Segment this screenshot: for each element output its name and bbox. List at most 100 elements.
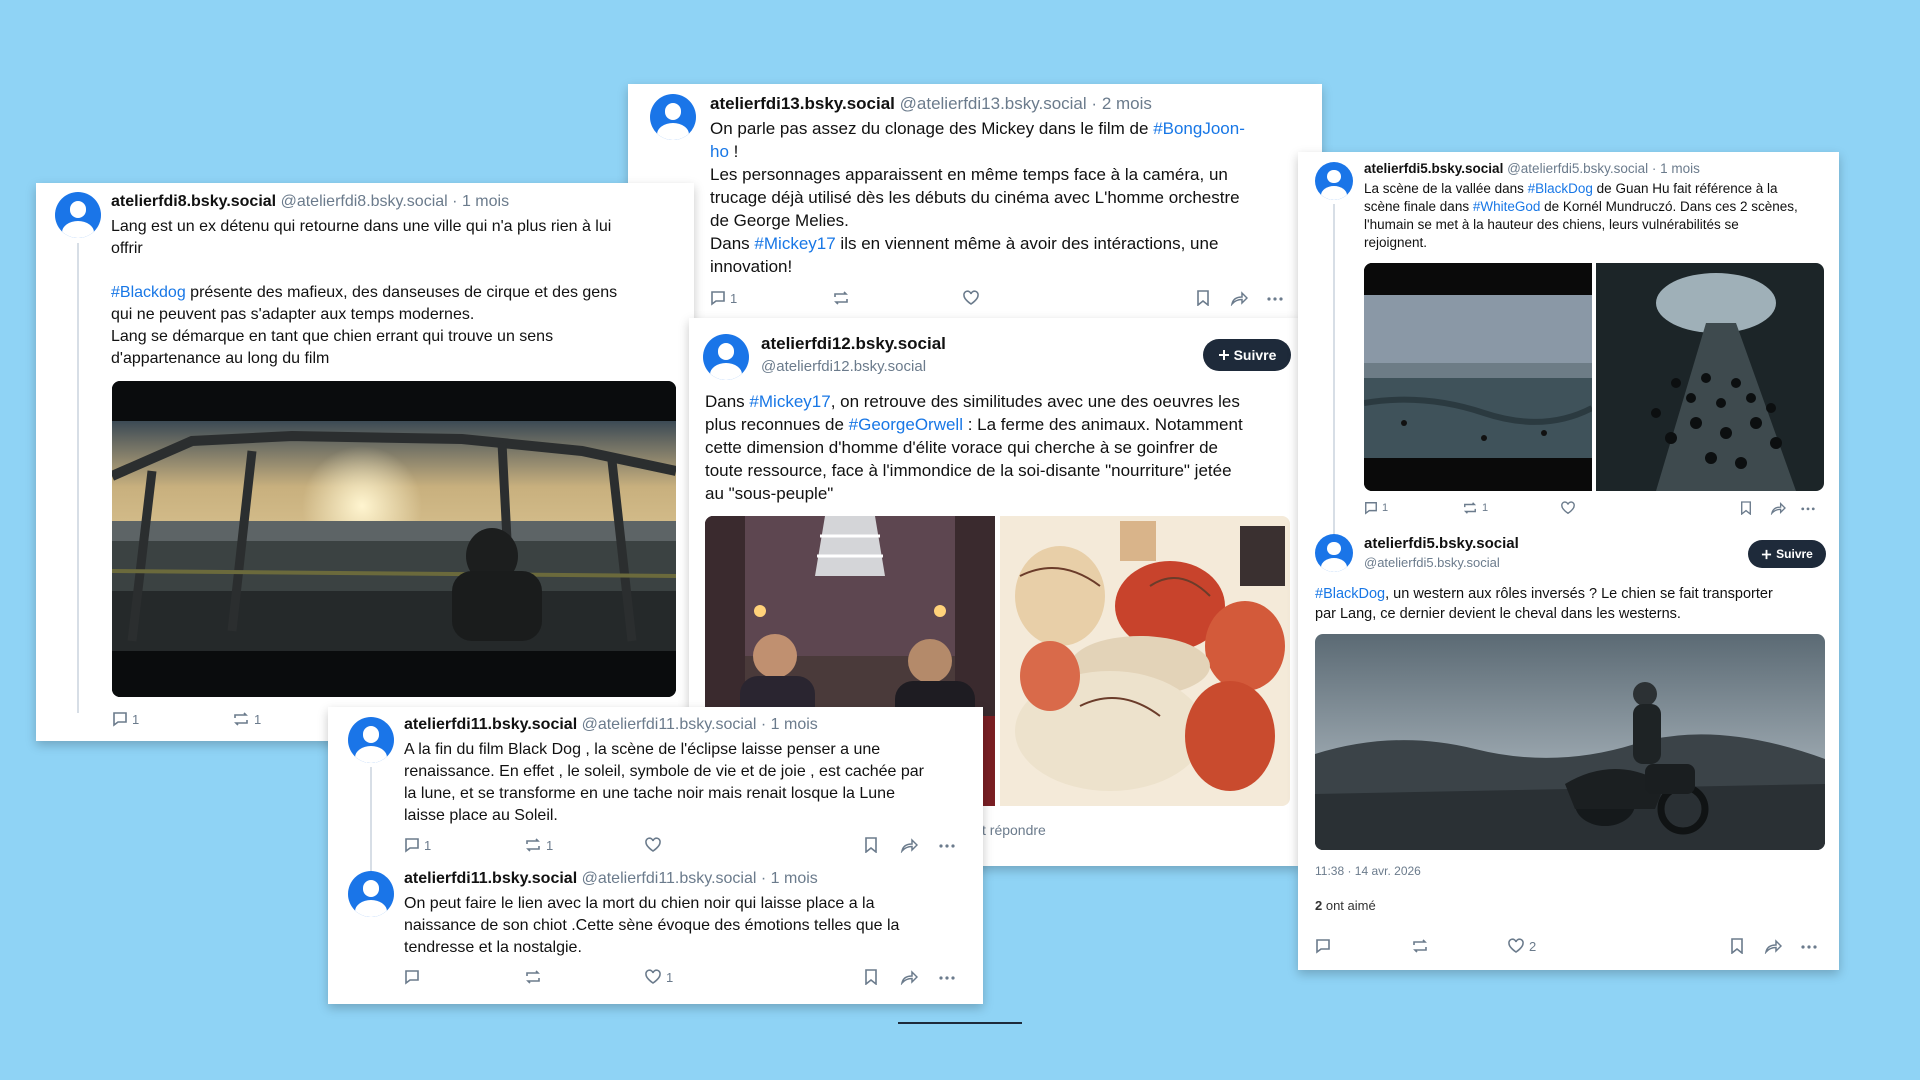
likes-summary[interactable]: 2 ont aimé bbox=[1315, 898, 1376, 913]
post-text: Dans #Mickey17, on retrouve des similitu… bbox=[705, 392, 1243, 503]
post-header: atelierfdi13.bsky.social @atelierfdi13.b… bbox=[710, 94, 1152, 113]
post-text: Lang est un ex détenu qui retourne dans … bbox=[111, 218, 618, 367]
author-handle[interactable]: @atelierfdi8.bsky.social bbox=[281, 193, 448, 210]
repost-button[interactable] bbox=[832, 290, 850, 306]
post-image-dog-pack[interactable] bbox=[1596, 263, 1824, 491]
more-button[interactable] bbox=[1266, 290, 1284, 306]
post-header: atelierfdi11.bsky.social @atelierfdi11.b… bbox=[404, 870, 818, 887]
repost-button[interactable]: 1 bbox=[1462, 501, 1488, 515]
avatar-icon[interactable] bbox=[650, 94, 696, 140]
author-handle[interactable]: @atelierfdi5.bsky.social bbox=[1507, 161, 1648, 176]
reply-button[interactable]: 1 bbox=[1364, 501, 1388, 515]
post-actions-right bbox=[864, 837, 974, 855]
share-icon bbox=[1770, 502, 1786, 515]
author-name[interactable]: atelierfdi11.bsky.social bbox=[404, 870, 577, 887]
hashtag-link[interactable]: #Mickey17 bbox=[749, 392, 830, 411]
avatar-icon[interactable] bbox=[1315, 162, 1353, 200]
post-image-caricature-illustration[interactable] bbox=[1000, 516, 1290, 806]
more-button[interactable] bbox=[938, 969, 956, 985]
more-icon bbox=[1801, 945, 1817, 949]
reply-icon bbox=[1365, 502, 1377, 515]
repost-icon bbox=[234, 712, 248, 726]
avatar-icon[interactable] bbox=[1315, 534, 1353, 572]
hashtag-link[interactable]: #Mickey17 bbox=[754, 234, 835, 253]
author-name[interactable]: atelierfdi11.bsky.social bbox=[404, 716, 577, 733]
post-image-rooftop-sunset[interactable] bbox=[112, 381, 676, 697]
repost-button[interactable] bbox=[1411, 938, 1429, 954]
hashtag-link[interactable]: #BongJoon- bbox=[1153, 119, 1245, 138]
author-name[interactable]: atelierfdi13.bsky.social bbox=[710, 94, 895, 113]
hashtag-link[interactable]: #BlackDog bbox=[1315, 586, 1385, 602]
author-name[interactable]: atelierfdi5.bsky.social bbox=[1364, 161, 1503, 176]
share-button[interactable] bbox=[1764, 938, 1782, 954]
more-button[interactable] bbox=[1800, 501, 1816, 515]
author-handle[interactable]: @atelierfdi5.bsky.social bbox=[1364, 555, 1519, 570]
more-icon bbox=[1267, 297, 1283, 301]
reply-button[interactable]: 1 bbox=[112, 711, 139, 727]
share-button[interactable] bbox=[900, 969, 918, 985]
post-header: atelierfdi8.bsky.social @atelierfdi8.bsk… bbox=[111, 193, 510, 210]
bookmark-button[interactable] bbox=[1196, 290, 1210, 306]
post-timestamp: 11:38 · 14 avr. 2026 bbox=[1315, 864, 1421, 878]
like-button[interactable] bbox=[962, 290, 980, 306]
reply-icon bbox=[113, 712, 127, 727]
bookmark-button[interactable] bbox=[1740, 501, 1752, 515]
share-icon bbox=[1764, 939, 1782, 954]
post-image-valley-dogs[interactable] bbox=[1364, 263, 1592, 491]
post-card-atelierfdi5[interactable]: atelierfdi5.bsky.social @atelierfdi5.bsk… bbox=[1298, 152, 1839, 970]
follow-button[interactable]: Suivre bbox=[1748, 540, 1826, 568]
more-button[interactable] bbox=[1800, 938, 1818, 954]
like-button[interactable]: 2 bbox=[1507, 938, 1536, 954]
bookmark-icon bbox=[1731, 938, 1743, 954]
reply-icon bbox=[711, 291, 725, 306]
share-button[interactable] bbox=[1770, 501, 1786, 515]
post-image-motorcycle-western[interactable] bbox=[1315, 634, 1825, 850]
more-button[interactable] bbox=[938, 837, 956, 853]
repost-icon bbox=[1413, 939, 1427, 953]
post-card-atelierfdi8[interactable]: atelierfdi8.bsky.social @atelierfdi8.bsk… bbox=[36, 183, 694, 741]
author-handle[interactable]: @atelierfdi11.bsky.social bbox=[582, 870, 757, 887]
share-icon bbox=[900, 838, 918, 853]
repost-button[interactable]: 1 bbox=[524, 837, 553, 853]
reply-button[interactable]: 1 bbox=[404, 837, 431, 853]
follow-button[interactable]: Suivre bbox=[1203, 339, 1291, 371]
author-handle[interactable]: @atelierfdi13.bsky.social bbox=[900, 94, 1087, 113]
hashtag-link[interactable]: #Blackdog bbox=[111, 284, 186, 301]
reply-button[interactable]: 1 bbox=[710, 290, 737, 306]
avatar-icon[interactable] bbox=[703, 334, 749, 380]
hashtag-link[interactable]: #WhiteGod bbox=[1473, 199, 1541, 214]
like-button[interactable] bbox=[1560, 501, 1576, 515]
post-card-atelierfdi13[interactable]: atelierfdi13.bsky.social @atelierfdi13.b… bbox=[628, 84, 1322, 326]
post-time: 1 mois bbox=[1660, 161, 1700, 176]
decorative-divider bbox=[898, 1022, 1022, 1024]
bookmark-button[interactable] bbox=[1730, 938, 1744, 954]
like-button[interactable] bbox=[644, 837, 662, 853]
repost-button[interactable] bbox=[524, 969, 542, 985]
share-button[interactable] bbox=[1230, 290, 1248, 306]
bookmark-button[interactable] bbox=[864, 837, 878, 853]
author-handle[interactable]: @atelierfdi12.bsky.social bbox=[761, 358, 946, 375]
reply-button[interactable] bbox=[404, 969, 420, 985]
reply-button[interactable] bbox=[1315, 938, 1331, 954]
hashtag-link[interactable]: #GeorgeOrwell bbox=[849, 415, 963, 434]
avatar-icon[interactable] bbox=[55, 192, 101, 238]
bookmark-button[interactable] bbox=[864, 969, 878, 985]
hashtag-link[interactable]: #BlackDog bbox=[1528, 181, 1593, 196]
author-handle[interactable]: @atelierfdi11.bsky.social bbox=[582, 716, 757, 733]
author-name[interactable]: atelierfdi12.bsky.social bbox=[761, 334, 946, 354]
like-button[interactable]: 1 bbox=[644, 969, 673, 985]
post-text: On parle pas assez du clonage des Mickey… bbox=[710, 119, 1245, 276]
post-card-atelierfdi11[interactable]: atelierfdi11.bsky.social @atelierfdi11.b… bbox=[328, 707, 983, 1004]
post-text: La scène de la vallée dans #BlackDog de … bbox=[1364, 181, 1798, 250]
author-name[interactable]: atelierfdi5.bsky.social bbox=[1364, 535, 1519, 552]
like-icon bbox=[645, 969, 661, 984]
hashtag-link[interactable]: ho bbox=[710, 142, 729, 161]
repost-button[interactable]: 1 bbox=[232, 711, 261, 727]
author-name[interactable]: atelierfdi8.bsky.social bbox=[111, 193, 276, 210]
share-icon bbox=[1230, 291, 1248, 306]
reply-hint[interactable]: t répondre bbox=[982, 822, 1046, 838]
rooftop-scene-image bbox=[112, 381, 676, 697]
avatar-icon[interactable] bbox=[348, 871, 394, 917]
avatar-icon[interactable] bbox=[348, 717, 394, 763]
share-button[interactable] bbox=[900, 837, 918, 853]
